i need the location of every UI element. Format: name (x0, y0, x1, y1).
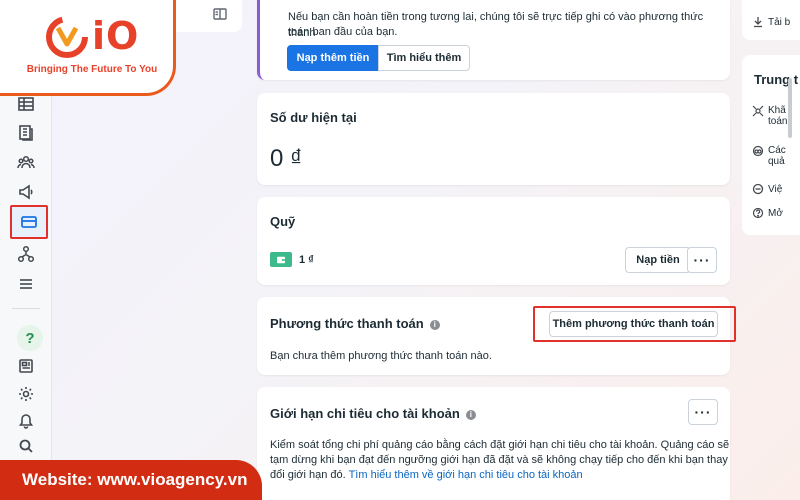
spending-limit-description-line3: đổi giới hạn đó. Tìm hiểu thêm về giới h… (270, 469, 583, 481)
add-payment-method-button[interactable]: Thêm phương thức thanh toán (549, 311, 718, 337)
brand-name: iO (92, 14, 140, 58)
spending-limit-title: Giới hạn chi tiêu cho tài khoản i (270, 406, 476, 421)
business-network-icon[interactable] (14, 242, 38, 266)
payment-methods-empty-text: Bạn chưa thêm phương thức thanh toán nào… (270, 350, 492, 362)
manage-icon (752, 145, 764, 157)
funds-title: Quỹ (270, 214, 296, 229)
spending-limit-learn-more-link[interactable]: Tìm hiểu thêm về giới hạn chi tiêu cho t… (349, 469, 583, 481)
audience-icon[interactable] (14, 150, 38, 174)
spending-limit-description-line2: tạm dừng khi bạn đạt đến ngưỡng giới hạn… (270, 454, 728, 466)
funds-amount: 1 ₫ (299, 254, 314, 266)
rail-divider (12, 308, 40, 309)
payment-methods-title: Phương thức thanh toán i (270, 316, 440, 331)
brand-logo: iO Bringing The Future To You (0, 0, 176, 96)
current-balance-amount: 0 ₫ (270, 145, 303, 172)
spending-limit-card: Giới hạn chi tiêu cho tài khoản i ··· Kiể… (257, 387, 730, 500)
help-item-3[interactable]: Việ (752, 183, 782, 195)
spending-limit-description-line1: Kiểm soát tổng chi phí quảng cáo bằng cá… (270, 439, 730, 451)
search-icon[interactable] (14, 434, 38, 458)
refund-notice-card: Nếu bạn cần hoàn tiền trong tương lai, c… (257, 0, 730, 80)
billing-card-icon[interactable] (10, 205, 48, 239)
website-banner: Website: www.vioagency.vn (0, 460, 262, 500)
current-balance-card: Số dư hiện tại 0 ₫ (257, 93, 730, 185)
add-funds-primary-button[interactable]: Nạp thêm tiền (287, 45, 379, 71)
settings-gear-icon[interactable] (14, 382, 38, 406)
panel-toggle-icon[interactable] (212, 6, 228, 22)
brand-mark-icon (46, 16, 88, 58)
download-icon (754, 17, 762, 28)
download-link[interactable]: Tải b (752, 16, 790, 28)
help-item-4[interactable]: Mở (752, 207, 783, 219)
help-icon[interactable]: ? (17, 325, 43, 351)
news-icon[interactable] (14, 354, 38, 378)
brand-tagline: Bringing The Future To You (26, 64, 158, 75)
notification-bell-icon[interactable] (14, 408, 38, 432)
question-circle-icon (752, 207, 764, 219)
help-item-2[interactable]: Các quả (752, 145, 786, 167)
current-balance-title: Số dư hiện tại (270, 110, 357, 125)
megaphone-icon[interactable] (14, 180, 38, 204)
menu-icon[interactable] (14, 272, 38, 296)
info-icon[interactable]: i (429, 319, 440, 330)
download-card: Tải b (742, 0, 800, 40)
spending-limit-more-options-button[interactable]: ··· (688, 399, 718, 425)
learn-more-button[interactable]: Tìm hiểu thêm (378, 45, 470, 71)
add-funds-button[interactable]: Nạp tiền (625, 247, 691, 273)
minus-circle-icon (752, 183, 764, 195)
funds-card: Quỹ 1 ₫ Nạp tiền ··· (257, 197, 730, 285)
funds-more-options-button[interactable]: ··· (687, 247, 717, 273)
info-icon[interactable]: i (465, 409, 476, 420)
payment-methods-card: Phương thức thanh toán i Thêm phương thức… (257, 297, 736, 375)
right-scrollbar[interactable] (788, 78, 792, 138)
document-icon[interactable] (14, 121, 38, 145)
wallet-icon (270, 252, 292, 267)
refund-notice-line2: toán ban đầu của bạn. (288, 26, 398, 38)
troubleshoot-icon (752, 105, 764, 117)
help-item-1[interactable]: Khã toán (752, 105, 787, 127)
